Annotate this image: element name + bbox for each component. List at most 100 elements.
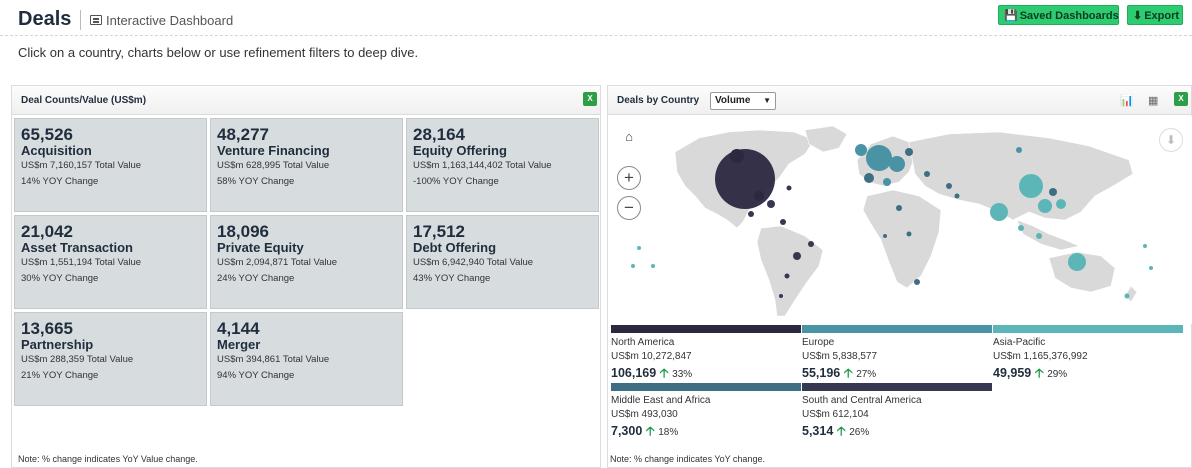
south-america-land bbox=[756, 225, 824, 317]
arrow-up-icon: 🡡 bbox=[659, 366, 669, 380]
deal-tile[interactable]: 17,512 Debt Offering US$m 6,942,940 Tota… bbox=[406, 215, 599, 309]
deal-tile[interactable]: 28,164 Equity Offering US$m 1,163,144,40… bbox=[406, 118, 599, 212]
region-change: 18% bbox=[658, 427, 679, 438]
region-value: US$m 612,104 bbox=[802, 409, 869, 420]
tile-count: 21,042 bbox=[21, 222, 73, 241]
tile-value: US$m 628,995 Total Value bbox=[217, 160, 330, 171]
region-bar bbox=[611, 325, 801, 333]
deal-tile[interactable]: 13,665 Partnership US$m 288,359 Total Va… bbox=[14, 312, 207, 406]
tile-value: US$m 1,551,194 Total Value bbox=[21, 257, 142, 268]
tile-type: Debt Offering bbox=[413, 240, 497, 255]
tile-type: Merger bbox=[217, 337, 261, 352]
saved-dashboards-label: Saved Dashboards bbox=[1019, 10, 1119, 22]
greenland-land bbox=[804, 125, 848, 153]
bar-chart-icon[interactable]: 📊 bbox=[1120, 94, 1134, 107]
bubble-north-america bbox=[715, 149, 775, 209]
africa-land bbox=[862, 189, 942, 289]
tile-count: 65,526 bbox=[21, 125, 73, 144]
tile-value: US$m 2,094,871 Total Value bbox=[217, 257, 338, 268]
saved-dashboards-button[interactable]: 💾 Saved Dashboards bbox=[998, 5, 1119, 25]
region-middle-east-africa[interactable]: Middle East and Africa US$m 493,030 7,30… bbox=[611, 383, 801, 443]
caret-down-icon: ▼ bbox=[763, 96, 771, 105]
tile-type: Partnership bbox=[21, 337, 94, 352]
tile-type: Equity Offering bbox=[413, 143, 507, 158]
region-europe[interactable]: Europe US$m 5,838,577 55,196 🡡 27% bbox=[802, 325, 992, 385]
deal-tile[interactable]: 48,277 Venture Financing US$m 628,995 To… bbox=[210, 118, 403, 212]
tile-yoy: 21% YOY Change bbox=[21, 370, 99, 381]
dashboard-icon bbox=[90, 15, 102, 25]
title-divider bbox=[80, 10, 81, 30]
region-name: South and Central America bbox=[802, 395, 922, 406]
footnote: Note: % change indicates YoY change. bbox=[610, 454, 765, 464]
tile-yoy: 94% YOY Change bbox=[217, 370, 295, 381]
region-count-row: 5,314 🡡 26% bbox=[802, 422, 992, 443]
tile-type: Asset Transaction bbox=[21, 240, 133, 255]
region-asia-pacific[interactable]: Asia-Pacific US$m 1,165,376,992 49,959 🡡… bbox=[993, 325, 1183, 385]
metric-dropdown[interactable]: Volume ▼ bbox=[710, 92, 776, 110]
region-change: 33% bbox=[672, 369, 693, 380]
region-south-central-america[interactable]: South and Central America US$m 612,104 5… bbox=[802, 383, 992, 443]
download-icon[interactable]: ⬇ bbox=[1159, 128, 1183, 152]
deal-tile[interactable]: 18,096 Private Equity US$m 2,094,871 Tot… bbox=[210, 215, 403, 309]
panel-title: Deals by Country bbox=[617, 95, 700, 106]
excel-export-icon[interactable]: X bbox=[583, 92, 597, 106]
region-bar bbox=[802, 325, 992, 333]
deal-tile[interactable]: 65,526 Acquisition US$m 7,160,157 Total … bbox=[14, 118, 207, 212]
region-change: 29% bbox=[1047, 369, 1068, 380]
tile-count: 13,665 bbox=[21, 319, 73, 338]
excel-export-icon[interactable]: X bbox=[1174, 92, 1188, 106]
region-name: Europe bbox=[802, 337, 835, 348]
page-subtitle: Interactive Dashboard bbox=[106, 13, 234, 28]
deal-counts-panel: Deal Counts/Value (US$m) X 65,526 Acquis… bbox=[11, 85, 601, 468]
zoom-out-button[interactable]: − bbox=[617, 196, 641, 220]
home-icon[interactable]: ⌂ bbox=[617, 126, 641, 150]
tile-value: US$m 7,160,157 Total Value bbox=[21, 160, 142, 171]
region-count-row: 55,196 🡡 27% bbox=[802, 364, 992, 385]
arrow-up-icon: 🡡 bbox=[836, 424, 846, 438]
export-button[interactable]: ⬇ Export bbox=[1127, 5, 1183, 25]
region-change: 26% bbox=[849, 427, 870, 438]
region-count-row: 49,959 🡡 29% bbox=[993, 364, 1183, 385]
asia-land bbox=[908, 131, 1134, 221]
page-header: Deals Interactive Dashboard 💾 Saved Dashb… bbox=[0, 0, 1192, 36]
panel-header: Deals by Country Volume ▼ 📊 ▦ X bbox=[608, 86, 1191, 115]
region-name: Asia-Pacific bbox=[993, 337, 1046, 348]
region-north-america[interactable]: North America US$m 10,272,847 106,169 🡡 … bbox=[611, 325, 801, 385]
region-count: 49,959 bbox=[993, 366, 1032, 380]
download-icon: ⬇ bbox=[1133, 10, 1143, 22]
southeast-asia-land bbox=[1016, 219, 1080, 251]
world-map-svg bbox=[631, 125, 1153, 317]
tile-count: 28,164 bbox=[413, 125, 465, 144]
panel-header: Deal Counts/Value (US$m) X bbox=[12, 86, 600, 115]
deal-tile[interactable]: 4,144 Merger US$m 394,861 Total Value 94… bbox=[210, 312, 403, 406]
region-count: 106,169 bbox=[611, 366, 657, 380]
footnote: Note: % change indicates YoY Value chang… bbox=[18, 454, 198, 464]
region-name: North America bbox=[611, 337, 675, 348]
region-value: US$m 10,272,847 bbox=[611, 351, 692, 362]
world-map[interactable]: ⌂ + − ⬇ bbox=[609, 116, 1192, 324]
zoom-in-button[interactable]: + bbox=[617, 166, 641, 190]
tile-yoy: 58% YOY Change bbox=[217, 176, 295, 187]
region-bar bbox=[802, 383, 992, 391]
region-bar bbox=[993, 325, 1183, 333]
deal-tile[interactable]: 21,042 Asset Transaction US$m 1,551,194 … bbox=[14, 215, 207, 309]
region-change: 27% bbox=[856, 369, 877, 380]
region-count: 55,196 bbox=[802, 366, 841, 380]
tile-yoy: 14% YOY Change bbox=[21, 176, 99, 187]
tile-type: Acquisition bbox=[21, 143, 92, 158]
table-icon[interactable]: ▦ bbox=[1148, 94, 1158, 107]
instruction-text: Click on a country, charts below or use … bbox=[18, 45, 419, 60]
region-count: 7,300 bbox=[611, 424, 643, 438]
tile-count: 18,096 bbox=[217, 222, 269, 241]
region-value: US$m 1,165,376,992 bbox=[993, 351, 1088, 362]
tile-yoy: 43% YOY Change bbox=[413, 273, 491, 284]
tile-value: US$m 288,359 Total Value bbox=[21, 354, 134, 365]
tile-yoy: -100% YOY Change bbox=[413, 176, 499, 187]
region-value: US$m 5,838,577 bbox=[802, 351, 878, 362]
arrow-up-icon: 🡡 bbox=[843, 366, 853, 380]
tile-count: 17,512 bbox=[413, 222, 465, 241]
tile-count: 48,277 bbox=[217, 125, 269, 144]
region-count-row: 7,300 🡡 18% bbox=[611, 422, 801, 443]
tile-yoy: 24% YOY Change bbox=[217, 273, 295, 284]
bubble-asia-pacific bbox=[1019, 174, 1043, 198]
